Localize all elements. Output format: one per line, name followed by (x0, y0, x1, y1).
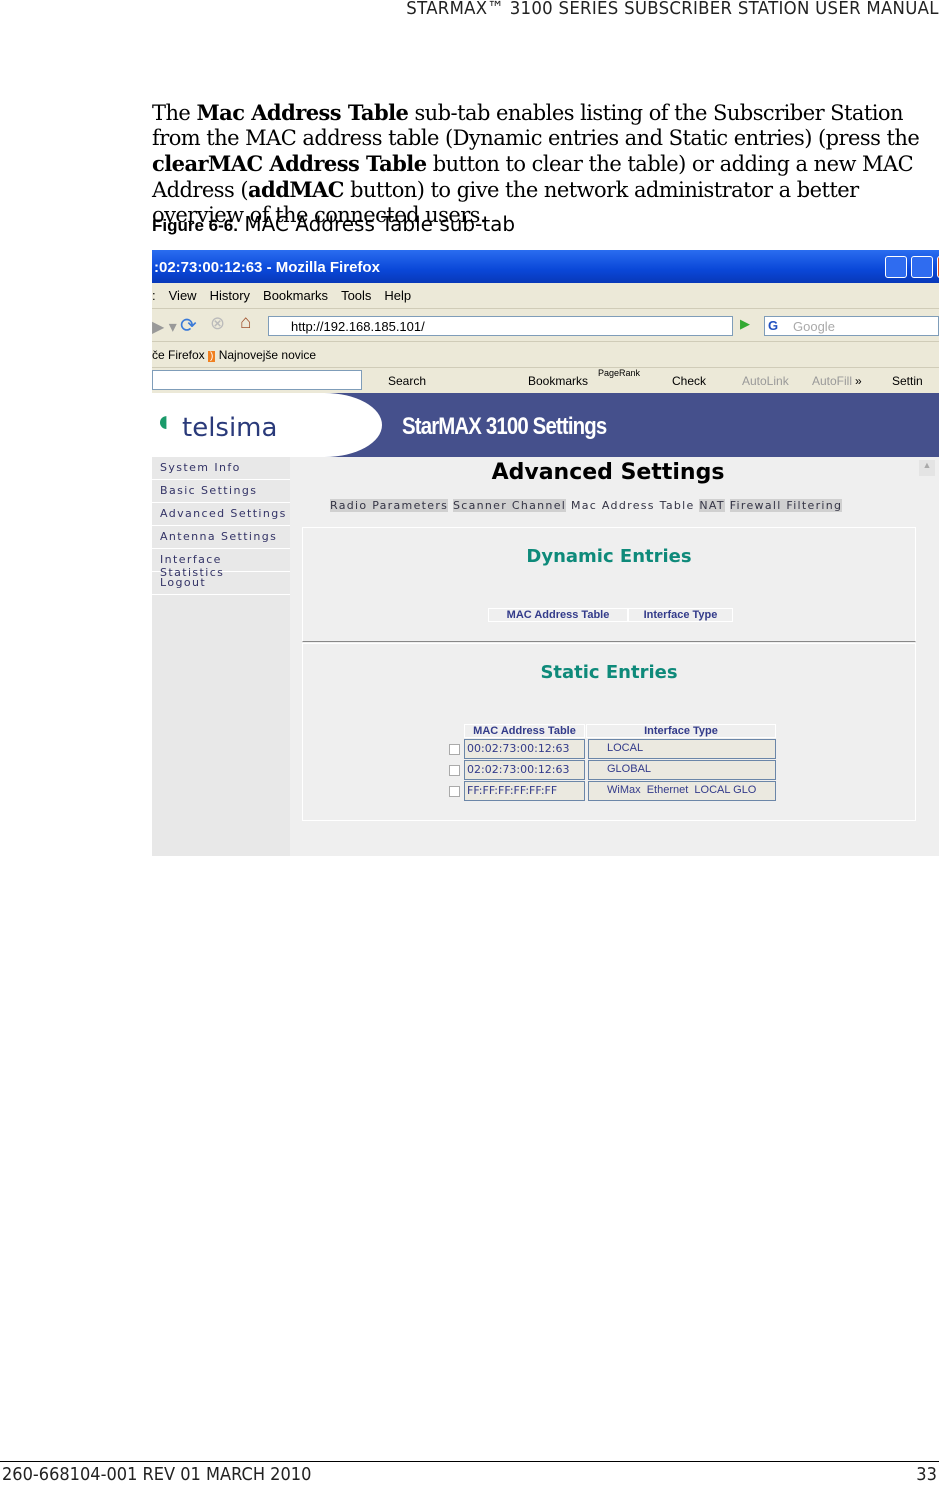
toolbar-item[interactable]: Settin (892, 374, 923, 388)
menu-item[interactable]: : (152, 288, 156, 303)
google-toolbar: Search Bookmarks PageRank Check AutoLink Auto… (152, 368, 939, 393)
home-icon[interactable]: ⌂ (240, 312, 251, 334)
text-run: The (152, 101, 197, 125)
interface-type-cell[interactable]: LOCAL (588, 739, 776, 759)
page-title: Advanced Settings (491, 460, 725, 485)
bold-term: Mac Address Table (196, 100, 409, 125)
menu-item[interactable]: History (210, 288, 250, 303)
toolbar-item[interactable]: » (855, 374, 862, 388)
minimize-button[interactable] (885, 256, 907, 278)
bookmark-item[interactable]: Najnovejše novice (219, 348, 316, 362)
window-title: :02:73:00:12:63 - Mozilla Firefox (154, 259, 380, 276)
address-bar[interactable]: http://192.168.185.101/ (268, 316, 733, 336)
dynamic-section: Dynamic Entries MAC Address Table Interf… (302, 527, 916, 642)
banner-title: StarMAX 3100 Settings (402, 413, 607, 440)
column-header: Interface Type (628, 608, 733, 622)
toolbar-search-input[interactable] (152, 370, 362, 390)
sub-tabs: Radio Parameters Scanner Channel Mac Add… (330, 499, 843, 512)
app-banner: ◖ telsima StarMAX 3100 Settings (152, 393, 939, 457)
window-titlebar: :02:73:00:12:63 - Mozilla Firefox (152, 250, 939, 283)
toolbar-item[interactable]: Bookmarks (528, 374, 588, 388)
maximize-button[interactable] (911, 256, 933, 278)
column-header: Interface Type (586, 724, 776, 738)
scroll-up-button[interactable]: ▲ (919, 460, 935, 476)
page-footer: 260-668104-001 REV 01 MARCH 2010 33 (0, 1461, 939, 1485)
row-checkbox[interactable] (449, 765, 460, 776)
search-placeholder: Google (793, 319, 835, 334)
navigation-toolbar: ▶ ▾ ⟳ ⊗ ⌂ http://192.168.185.101/ ▶ Goog… (152, 309, 939, 342)
column-header: MAC Address Table (488, 608, 628, 622)
column-header: MAC Address Table (464, 724, 585, 738)
row-checkbox[interactable] (449, 744, 460, 755)
tab[interactable]: Mac Address Table (571, 499, 695, 512)
interface-type-cell[interactable]: WiMax Ethernet LOCAL GLO (588, 781, 776, 801)
bold-term: clearMAC Address Table (152, 151, 427, 176)
toolbar-item[interactable]: Search (388, 374, 426, 388)
tab[interactable]: Firewall Filtering (729, 499, 843, 512)
toolbar-item[interactable]: AutoLink (742, 374, 789, 388)
telsima-logo-icon: ◖ (154, 405, 173, 438)
reload-icon[interactable]: ⟳ (180, 313, 197, 338)
google-icon: G (768, 318, 779, 333)
tab[interactable]: Scanner Channel (452, 499, 567, 512)
bold-term: addMAC (248, 177, 344, 202)
sidebar: System Info Basic Settings Advanced Settin… (152, 457, 290, 856)
forward-icon[interactable]: ▶ ▾ (152, 317, 177, 337)
figure-title: MAC Address Table sub-tab (244, 212, 516, 236)
row-checkbox[interactable] (449, 786, 460, 797)
static-table: MAC Address Table Interface Type 00:02:7… (444, 724, 777, 804)
mac-cell[interactable]: 02:02:73:00:12:63 (464, 760, 585, 780)
tab[interactable]: Radio Parameters (330, 499, 449, 512)
static-title: Static Entries (540, 662, 678, 683)
screenshot-figure: :02:73:00:12:63 - Mozilla Firefox : View H… (152, 250, 939, 856)
bookmarks-bar: če Firefox ) Najnovejše novice (152, 342, 939, 368)
body-paragraph: The Mac Address Table sub-tab enables li… (152, 100, 938, 228)
toolbar-item[interactable]: PageRank (598, 368, 640, 378)
figure-caption: Figure 6-6. MAC Address Table sub-tab (152, 212, 515, 236)
go-icon[interactable]: ▶ (740, 316, 750, 332)
page-number: 33 (916, 1464, 937, 1485)
menu-item[interactable]: Help (384, 288, 411, 303)
bookmark-item[interactable]: če Firefox (152, 348, 205, 362)
sidebar-item[interactable]: Basic Settings (152, 480, 290, 503)
search-input[interactable]: Google G (764, 316, 939, 336)
running-header: STARMAX™ 3100 SERIES SUBSCRIBER STATION … (406, 0, 939, 19)
sidebar-item[interactable]: Advanced Settings (152, 503, 290, 526)
logo: telsima (182, 413, 278, 443)
url-text: http://192.168.185.101/ (291, 319, 425, 334)
stop-icon[interactable]: ⊗ (210, 313, 225, 334)
toolbar-item[interactable]: AutoFill (812, 374, 852, 388)
interface-type-cell[interactable]: GLOBAL (588, 760, 776, 780)
sidebar-item[interactable]: Antenna Settings (152, 526, 290, 549)
mac-cell[interactable]: 00:02:73:00:12:63 (464, 739, 585, 759)
mac-cell[interactable]: FF:FF:FF:FF:FF:FF (464, 781, 585, 801)
dynamic-title: Dynamic Entries (526, 546, 692, 567)
tab[interactable]: NAT (699, 499, 725, 512)
sidebar-item[interactable]: Interface Statistics (152, 549, 290, 579)
sidebar-item[interactable]: System Info (152, 457, 290, 480)
dynamic-table: MAC Address Table Interface Type (488, 608, 733, 622)
menu-item[interactable]: Bookmarks (263, 288, 328, 303)
menu-bar: : View History Bookmarks Tools Help (152, 283, 939, 309)
figure-label: Figure 6-6. (152, 216, 238, 235)
menu-item[interactable]: Tools (341, 288, 371, 303)
menu-item[interactable]: View (169, 288, 197, 303)
document-number: 260-668104-001 REV 01 MARCH 2010 (2, 1464, 312, 1485)
static-section: Static Entries MAC Address Table Interfa… (302, 643, 916, 821)
rss-icon: ) (208, 351, 216, 362)
toolbar-item[interactable]: Check (672, 374, 706, 388)
main-content: Advanced Settings ▲ Radio Parameters Sca… (290, 457, 939, 856)
